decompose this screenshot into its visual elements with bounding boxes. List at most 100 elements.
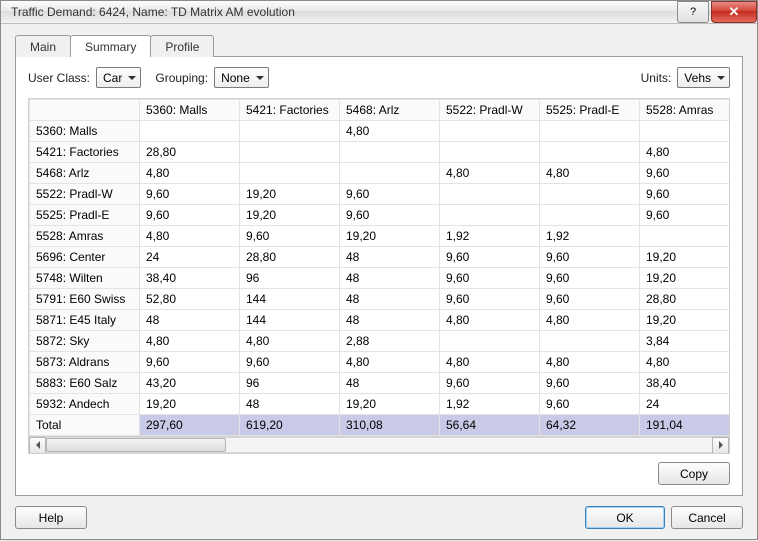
data-cell[interactable]: 4,80 bbox=[540, 310, 640, 331]
units-select[interactable]: Vehs bbox=[677, 67, 730, 88]
data-cell[interactable]: 9,60 bbox=[640, 205, 731, 226]
help-button[interactable]: Help bbox=[15, 506, 87, 529]
data-cell[interactable]: 24 bbox=[640, 394, 731, 415]
data-cell[interactable]: 9,60 bbox=[140, 352, 240, 373]
data-cell[interactable]: 4,80 bbox=[140, 331, 240, 352]
data-cell[interactable]: 4,80 bbox=[440, 352, 540, 373]
data-cell[interactable]: 19,20 bbox=[640, 310, 731, 331]
data-cell[interactable]: 4,80 bbox=[340, 352, 440, 373]
row-header[interactable]: 5883: E60 Salz bbox=[30, 373, 140, 394]
data-cell[interactable]: 24 bbox=[140, 247, 240, 268]
data-cell[interactable]: 9,60 bbox=[440, 247, 540, 268]
titlebar-close-button[interactable]: ✕ bbox=[711, 1, 757, 23]
data-cell[interactable]: 9,60 bbox=[640, 163, 731, 184]
data-cell[interactable]: 28,80 bbox=[640, 289, 731, 310]
data-cell[interactable]: 52,80 bbox=[140, 289, 240, 310]
data-cell[interactable]: 9,60 bbox=[240, 226, 340, 247]
row-header[interactable]: 5873: Aldrans bbox=[30, 352, 140, 373]
column-header[interactable]: 5360: Malls bbox=[140, 100, 240, 121]
data-cell[interactable] bbox=[340, 163, 440, 184]
data-cell[interactable] bbox=[640, 226, 731, 247]
data-cell[interactable]: 9,60 bbox=[540, 373, 640, 394]
ok-button[interactable]: OK bbox=[585, 506, 665, 529]
column-header[interactable]: 5468: Arlz bbox=[340, 100, 440, 121]
data-cell[interactable]: 9,60 bbox=[540, 268, 640, 289]
data-cell[interactable]: 9,60 bbox=[340, 184, 440, 205]
data-cell[interactable]: 4,80 bbox=[240, 331, 340, 352]
data-cell[interactable]: 1,92 bbox=[440, 394, 540, 415]
data-cell[interactable]: 38,40 bbox=[640, 373, 731, 394]
data-cell[interactable]: 48 bbox=[240, 394, 340, 415]
row-header[interactable]: 5791: E60 Swiss bbox=[30, 289, 140, 310]
data-cell[interactable]: 19,20 bbox=[340, 226, 440, 247]
row-header[interactable]: 5528: Amras bbox=[30, 226, 140, 247]
data-cell[interactable]: 144 bbox=[240, 289, 340, 310]
data-cell[interactable]: 9,60 bbox=[540, 394, 640, 415]
data-cell[interactable] bbox=[440, 142, 540, 163]
data-cell[interactable]: 4,80 bbox=[440, 310, 540, 331]
column-header[interactable]: 5522: Pradl-W bbox=[440, 100, 540, 121]
data-cell[interactable]: 43,20 bbox=[140, 373, 240, 394]
data-cell[interactable]: 1,92 bbox=[440, 226, 540, 247]
scroll-left-button[interactable] bbox=[29, 437, 46, 454]
user-class-select[interactable]: Car bbox=[96, 67, 141, 88]
data-cell[interactable]: 48 bbox=[340, 289, 440, 310]
data-cell[interactable]: 4,80 bbox=[640, 352, 731, 373]
data-cell[interactable]: 4,80 bbox=[540, 163, 640, 184]
scroll-track[interactable] bbox=[46, 437, 712, 453]
data-cell[interactable]: 96 bbox=[240, 268, 340, 289]
data-cell[interactable]: 9,60 bbox=[140, 184, 240, 205]
titlebar-help-button[interactable]: ? bbox=[677, 1, 709, 23]
data-cell[interactable] bbox=[440, 184, 540, 205]
data-cell[interactable]: 48 bbox=[340, 310, 440, 331]
data-cell[interactable] bbox=[440, 121, 540, 142]
data-cell[interactable] bbox=[240, 163, 340, 184]
data-cell[interactable]: 4,80 bbox=[440, 163, 540, 184]
horizontal-scrollbar[interactable] bbox=[29, 436, 729, 453]
data-cell[interactable]: 19,20 bbox=[240, 184, 340, 205]
data-cell[interactable]: 48 bbox=[340, 373, 440, 394]
row-header[interactable]: 5748: Wilten bbox=[30, 268, 140, 289]
row-header[interactable]: 5525: Pradl-E bbox=[30, 205, 140, 226]
data-cell[interactable]: 19,20 bbox=[640, 247, 731, 268]
data-cell[interactable]: 3,84 bbox=[640, 331, 731, 352]
data-cell[interactable]: 9,60 bbox=[440, 373, 540, 394]
scroll-right-button[interactable] bbox=[712, 437, 729, 454]
data-cell[interactable]: 48 bbox=[140, 310, 240, 331]
row-header[interactable]: 5871: E45 Italy bbox=[30, 310, 140, 331]
data-cell[interactable]: 48 bbox=[340, 268, 440, 289]
data-cell[interactable]: 19,20 bbox=[640, 268, 731, 289]
data-cell[interactable] bbox=[540, 184, 640, 205]
tab-main[interactable]: Main bbox=[15, 35, 71, 57]
data-cell[interactable]: 4,80 bbox=[140, 163, 240, 184]
data-cell[interactable]: 19,20 bbox=[140, 394, 240, 415]
row-header[interactable]: 5696: Center bbox=[30, 247, 140, 268]
tab-profile[interactable]: Profile bbox=[150, 35, 214, 57]
data-cell[interactable]: 9,60 bbox=[440, 268, 540, 289]
data-cell[interactable] bbox=[640, 121, 731, 142]
column-header[interactable]: 5421: Factories bbox=[240, 100, 340, 121]
data-cell[interactable]: 2,88 bbox=[340, 331, 440, 352]
data-cell[interactable] bbox=[440, 331, 540, 352]
data-cell[interactable] bbox=[540, 205, 640, 226]
data-cell[interactable] bbox=[540, 121, 640, 142]
data-cell[interactable]: 9,60 bbox=[640, 184, 731, 205]
row-header[interactable]: 5360: Malls bbox=[30, 121, 140, 142]
data-cell[interactable]: 28,80 bbox=[140, 142, 240, 163]
column-header[interactable]: 5525: Pradl-E bbox=[540, 100, 640, 121]
data-cell[interactable]: 4,80 bbox=[640, 142, 731, 163]
data-cell[interactable]: 9,60 bbox=[340, 205, 440, 226]
data-cell[interactable] bbox=[340, 142, 440, 163]
data-cell[interactable] bbox=[240, 142, 340, 163]
data-cell[interactable] bbox=[140, 121, 240, 142]
row-header[interactable]: 5872: Sky bbox=[30, 331, 140, 352]
data-cell[interactable]: 144 bbox=[240, 310, 340, 331]
row-header[interactable]: 5468: Arlz bbox=[30, 163, 140, 184]
data-cell[interactable] bbox=[240, 121, 340, 142]
data-cell[interactable]: 9,60 bbox=[240, 352, 340, 373]
data-cell[interactable]: 19,20 bbox=[240, 205, 340, 226]
data-cell[interactable]: 9,60 bbox=[440, 289, 540, 310]
data-cell[interactable]: 28,80 bbox=[240, 247, 340, 268]
data-cell[interactable] bbox=[440, 205, 540, 226]
copy-button[interactable]: Copy bbox=[658, 462, 730, 485]
